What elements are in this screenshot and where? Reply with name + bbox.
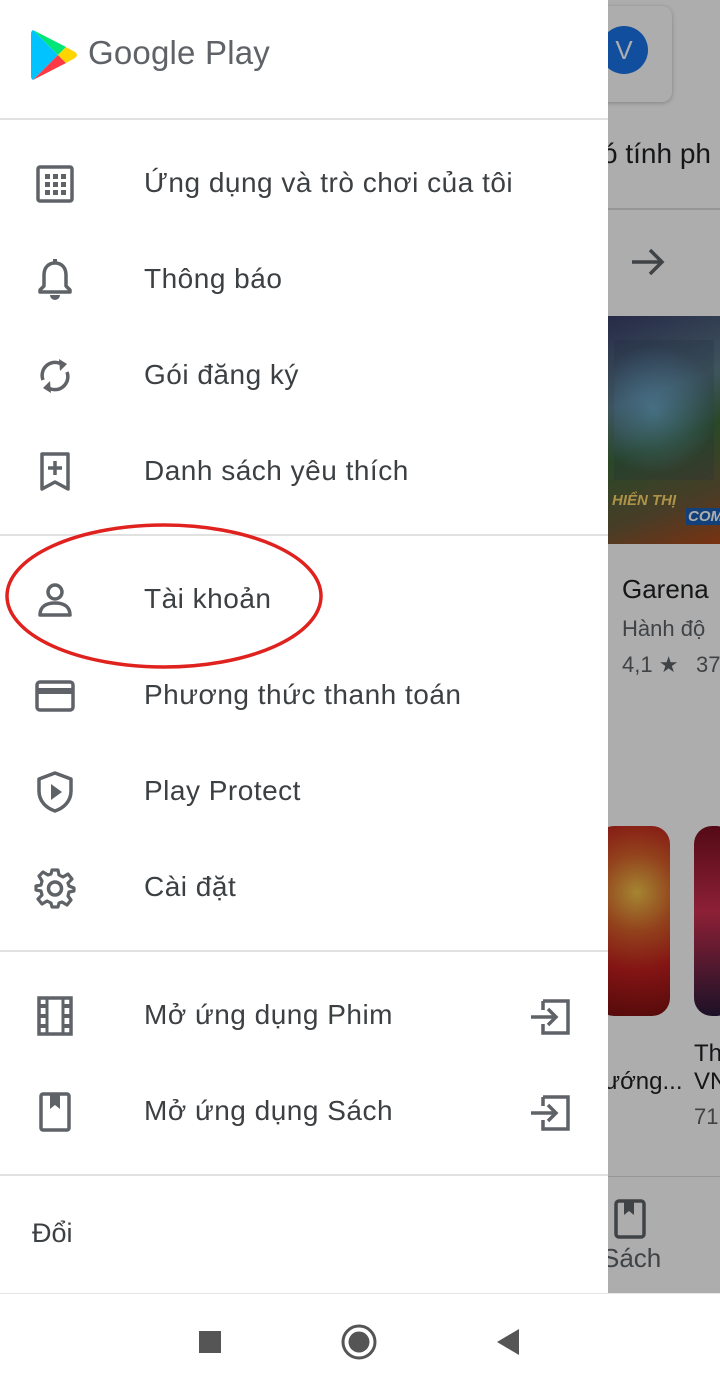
shield-play-icon	[32, 769, 78, 815]
menu-item-wishlist[interactable]: Danh sách yêu thích	[0, 423, 608, 519]
menu-item-settings[interactable]: Cài đặt	[0, 839, 608, 935]
highlight-oval	[5, 523, 323, 669]
navigation-drawer: Google Play Ứng dụng và trò chơi của tôi…	[0, 0, 608, 1293]
home-button[interactable]	[339, 1322, 379, 1362]
bookmark-add-icon	[32, 449, 78, 495]
brand-name: Google Play	[88, 34, 270, 71]
open-app-icon	[528, 1091, 572, 1135]
menu-item-play-protect[interactable]: Play Protect	[0, 743, 608, 839]
menu-item-my-apps-games[interactable]: Ứng dụng và trò chơi của tôi	[0, 135, 608, 231]
menu-item-label: Play Protect	[144, 775, 301, 806]
menu-item-open-books-app[interactable]: Mở ứng dụng Sách	[0, 1063, 608, 1159]
drawer-header: Google Play	[0, 0, 608, 118]
menu-item-subscriptions[interactable]: Gói đăng ký	[0, 327, 608, 423]
divider	[0, 1174, 608, 1176]
menu-item-label: Danh sách yêu thích	[144, 455, 409, 486]
menu-item-open-movies-app[interactable]: Mở ứng dụng Phim	[0, 967, 608, 1063]
refresh-icon	[32, 353, 78, 399]
menu-item-label: Cài đặt	[144, 871, 237, 902]
system-navigation-bar	[0, 1293, 720, 1389]
divider	[0, 118, 608, 120]
back-button[interactable]	[488, 1322, 528, 1362]
open-app-icon	[528, 995, 572, 1039]
menu-item-label: Ứng dụng và trò chơi của tôi	[144, 167, 514, 198]
grid-icon	[32, 161, 78, 207]
gear-icon	[32, 865, 78, 911]
bell-icon	[32, 257, 78, 303]
credit-card-icon	[32, 673, 78, 719]
divider	[0, 950, 608, 952]
menu-item-label: Gói đăng ký	[144, 359, 299, 390]
menu-item-label: Mở ứng dụng Sách	[144, 1095, 394, 1126]
google-play-logo-icon	[30, 28, 78, 82]
redeem-link[interactable]: Đổi	[32, 1218, 73, 1249]
recents-button[interactable]	[190, 1322, 230, 1362]
book-icon	[32, 1089, 78, 1135]
menu-item-label: Thông báo	[144, 263, 283, 294]
menu-item-label: Mở ứng dụng Phim	[144, 999, 393, 1030]
menu-item-notifications[interactable]: Thông báo	[0, 231, 608, 327]
film-icon	[32, 993, 78, 1039]
